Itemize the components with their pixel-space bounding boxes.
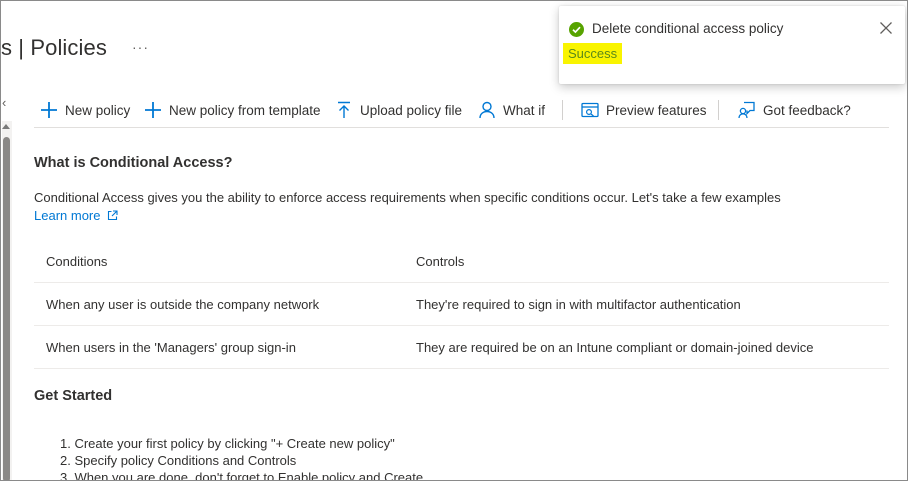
more-options-button[interactable]: ··· xyxy=(132,39,149,55)
step-item: 3. When you are done, don't forget to En… xyxy=(60,470,424,481)
plus-icon xyxy=(143,100,163,120)
notification-toast: Delete conditional access policy Success xyxy=(559,6,905,84)
control-cell: They're required to sign in with multifa… xyxy=(416,297,741,312)
get-started-heading: Get Started xyxy=(34,388,113,404)
examples-table: Conditions Controls When any user is out… xyxy=(34,240,889,369)
command-bar: New policy New policy from template Uplo… xyxy=(34,97,894,123)
what-if-label: What if xyxy=(503,102,546,118)
condition-cell: When users in the 'Managers' group sign-… xyxy=(46,340,296,355)
upload-icon xyxy=(334,100,354,120)
toolbar-divider xyxy=(34,127,889,128)
notification-status: Success xyxy=(563,43,623,64)
intro-description: Conditional Access gives you the ability… xyxy=(34,190,781,205)
learn-more-link[interactable]: Learn more xyxy=(34,208,119,223)
new-policy-label: New policy xyxy=(65,102,131,118)
preview-features-icon xyxy=(580,100,600,120)
preview-features-label: Preview features xyxy=(606,102,707,118)
get-started-steps: 1. Create your first policy by clicking … xyxy=(60,435,424,481)
upload-policy-file-label: Upload policy file xyxy=(360,102,463,118)
new-policy-from-template-button[interactable]: New policy from template xyxy=(143,97,321,123)
learn-more-label: Learn more xyxy=(34,208,101,223)
person-icon xyxy=(477,100,497,120)
new-policy-button[interactable]: New policy xyxy=(39,97,130,123)
scroll-up-arrow-icon[interactable] xyxy=(2,124,10,129)
table-row: When users in the 'Managers' group sign-… xyxy=(34,326,889,369)
column-header-conditions: Conditions xyxy=(46,254,108,269)
column-header-controls: Controls xyxy=(416,254,465,269)
toolbar-separator xyxy=(718,100,719,120)
notification-title: Delete conditional access policy xyxy=(592,21,784,36)
got-feedback-button[interactable]: Got feedback? xyxy=(737,97,851,123)
collapse-chevron-icon[interactable]: ‹ xyxy=(2,95,6,110)
close-icon[interactable] xyxy=(878,20,894,36)
condition-cell: When any user is outside the company net… xyxy=(46,297,320,312)
step-item: 1. Create your first policy by clicking … xyxy=(60,436,395,451)
intro-heading: What is Conditional Access? xyxy=(34,155,233,171)
external-link-icon xyxy=(108,210,119,221)
step-item: 2. Specify policy Conditions and Control… xyxy=(60,453,297,468)
plus-icon xyxy=(39,100,59,120)
page-title: s | Policies xyxy=(1,35,107,60)
new-policy-from-template-label: New policy from template xyxy=(169,102,321,118)
success-check-icon xyxy=(569,22,584,37)
got-feedback-label: Got feedback? xyxy=(763,102,851,118)
scrollbar-thumb[interactable] xyxy=(3,137,10,480)
toolbar-separator xyxy=(562,100,563,120)
what-if-button[interactable]: What if xyxy=(477,97,545,123)
control-cell: They are required be on an Intune compli… xyxy=(416,340,814,355)
table-header-row: Conditions Controls xyxy=(34,240,889,283)
preview-features-button[interactable]: Preview features xyxy=(580,97,707,123)
table-row: When any user is outside the company net… xyxy=(34,283,889,326)
portal-window: s | Policies ··· ‹ New policy New policy… xyxy=(0,0,908,481)
feedback-icon xyxy=(737,100,757,120)
upload-policy-file-button[interactable]: Upload policy file xyxy=(334,97,462,123)
